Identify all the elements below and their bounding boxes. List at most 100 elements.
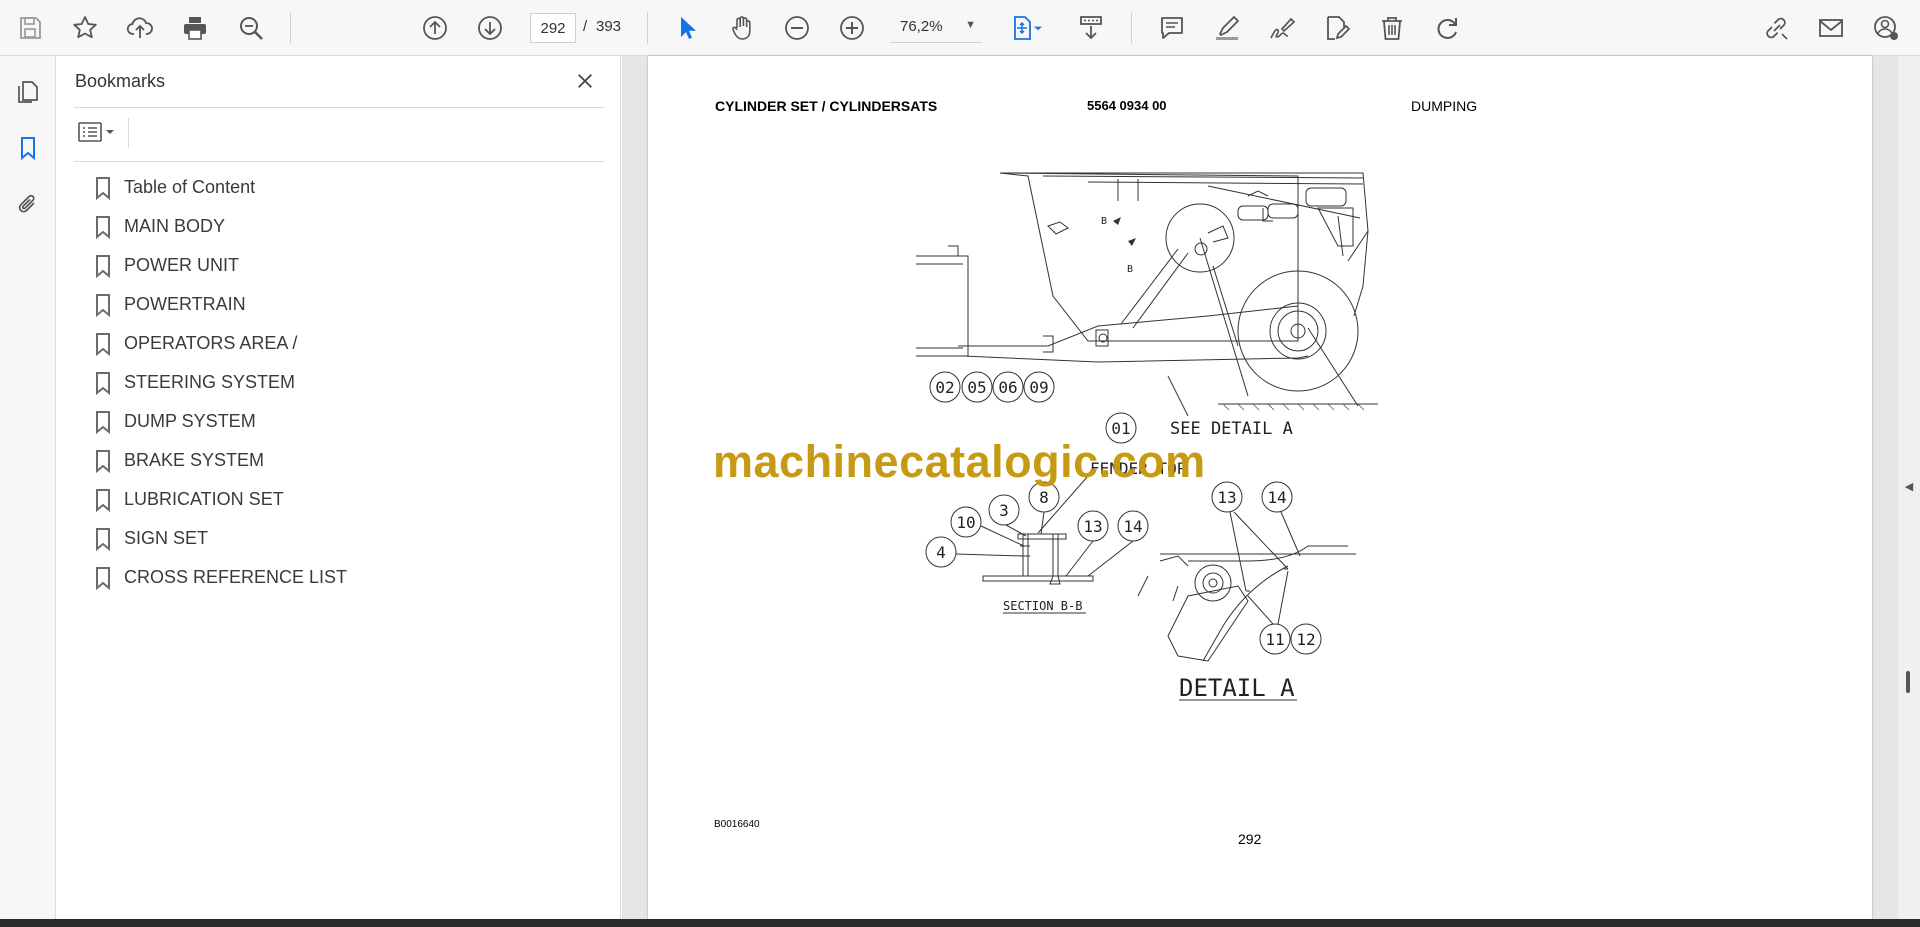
save-icon[interactable] [10, 8, 50, 48]
star-icon[interactable] [65, 8, 105, 48]
email-icon[interactable] [1811, 8, 1851, 48]
bookmark-item[interactable]: POWERTRAIN [94, 285, 594, 324]
watermark: machinecatalogic.com [713, 436, 1206, 487]
bookmark-item[interactable]: SIGN SET [94, 519, 594, 558]
edit-text-icon[interactable] [1317, 8, 1357, 48]
bookmark-label: OPERATORS AREA / [124, 333, 298, 353]
bookmark-label: SIGN SET [124, 528, 209, 548]
sign-icon[interactable] [1262, 8, 1302, 48]
divider [74, 107, 604, 108]
bookmark-icon [96, 293, 110, 317]
page-thumbnails-icon[interactable] [10, 74, 46, 110]
zoom-value: 76,2% [900, 18, 943, 35]
left-rail [0, 56, 56, 919]
bookmark-item[interactable]: CROSS REFERENCE LIST [94, 558, 594, 597]
bookmark-item[interactable]: DUMP SYSTEM [94, 402, 594, 441]
bookmark-label: POWERTRAIN [124, 294, 246, 314]
taskbar-strip [0, 919, 1920, 927]
page-total: 393 [596, 18, 622, 35]
page-number-input[interactable] [530, 13, 576, 43]
callout-label: 3 [999, 501, 1009, 520]
bookmark-label: STEERING SYSTEM [124, 372, 296, 392]
callout-label: 4 [936, 543, 946, 562]
callout-label: 13 [1083, 517, 1102, 536]
hand-icon[interactable] [722, 8, 762, 48]
rotate-icon[interactable] [1427, 8, 1467, 48]
section-marker: B [1101, 216, 1107, 227]
scrollbar-thumb[interactable] [1906, 671, 1910, 693]
bookmark-item[interactable]: Table of Content [94, 168, 594, 207]
section-label: SECTION B-B [1003, 599, 1082, 613]
bookmark-icon [96, 566, 110, 590]
callout-label: 8 [1039, 488, 1049, 507]
bookmark-label: BRAKE SYSTEM [124, 450, 265, 470]
page-header-part-number: 5564 0934 00 [1087, 98, 1167, 113]
pdf-page: 02 05 06 09 01 B B SEE DETAIL A FENDER T… [648, 56, 1872, 919]
delete-icon[interactable] [1372, 8, 1412, 48]
callout-label: 10 [956, 513, 975, 532]
bookmark-label: DUMP SYSTEM [124, 411, 256, 431]
callout-label: 14 [1123, 517, 1142, 536]
bookmark-label: CROSS REFERENCE LIST [124, 567, 348, 587]
detail-label: DETAIL A [1179, 674, 1295, 702]
bookmark-icon [96, 332, 110, 356]
bookmark-options-button[interactable] [74, 116, 120, 148]
bookmark-item[interactable]: POWER UNIT [94, 246, 594, 285]
zoom-in-icon[interactable] [832, 8, 872, 48]
print-icon[interactable] [175, 8, 215, 48]
bookmark-item[interactable]: OPERATORS AREA / [94, 324, 594, 363]
bookmark-label: POWER UNIT [124, 255, 239, 275]
divider [128, 118, 129, 148]
zoom-out-icon[interactable] [777, 8, 817, 48]
zoom-select[interactable]: 76,2% ▼ [890, 13, 982, 43]
callout-label: 05 [967, 378, 986, 397]
prev-page-icon[interactable] [415, 8, 455, 48]
page-header-section: DUMPING [1411, 98, 1478, 114]
callout-label: 11 [1265, 630, 1284, 649]
drawing-id: B0016640 [714, 819, 760, 830]
fit-page-dropdown-icon[interactable] [1028, 8, 1048, 48]
expand-right-panel-icon[interactable]: ◀ [1902, 466, 1916, 506]
bookmark-list: Table of Content MAIN BODY POWER UNIT POWER… [94, 168, 594, 597]
close-icon[interactable] [570, 66, 600, 96]
bookmark-label: MAIN BODY [124, 216, 226, 236]
bookmark-label: LUBRICATION SET [124, 489, 284, 509]
bookmark-item[interactable]: STEERING SYSTEM [94, 363, 594, 402]
document-area: 02 05 06 09 01 B B SEE DETAIL A FENDER T… [622, 56, 1898, 919]
bookmark-icon [96, 215, 110, 239]
bookmark-item[interactable]: MAIN BODY [94, 207, 594, 246]
bookmark-icon [96, 527, 110, 551]
callout-label: 09 [1029, 378, 1048, 397]
bookmark-icon[interactable] [10, 130, 46, 166]
bookmark-icon [96, 371, 110, 395]
find-zoom-icon[interactable] [231, 8, 271, 48]
select-cursor-icon[interactable] [667, 8, 707, 48]
bookmark-icon [96, 254, 110, 278]
bookmark-label: Table of Content [124, 177, 256, 197]
callout-label: 06 [998, 378, 1017, 397]
attachment-icon[interactable] [10, 186, 46, 222]
scroll-mode-icon[interactable] [1071, 8, 1111, 48]
account-icon[interactable] [1866, 8, 1906, 48]
bookmark-icon [96, 176, 110, 200]
toolbar: / 393 76,2% ▼ [0, 0, 1920, 56]
page-number: 292 [1238, 831, 1262, 847]
comment-icon[interactable] [1152, 8, 1192, 48]
page-separator: / [583, 18, 588, 35]
callout-label: 02 [935, 378, 954, 397]
next-page-icon[interactable] [470, 8, 510, 48]
bookmark-item[interactable]: BRAKE SYSTEM [94, 441, 594, 480]
callout-label: 13 [1217, 488, 1236, 507]
callout-label: 12 [1296, 630, 1315, 649]
pdf-reader-window: / 393 76,2% ▼ [0, 0, 1920, 927]
highlight-icon[interactable] [1207, 8, 1247, 48]
section-marker: B [1127, 264, 1133, 275]
share-link-icon[interactable] [1756, 8, 1796, 48]
cloud-upload-icon[interactable] [120, 8, 160, 48]
bookmarks-panel: Bookmarks Table of Content MAIN BODY POWER… [56, 56, 621, 919]
page-header-title: CYLINDER SET / CYLINDERSATS [715, 98, 938, 114]
bookmark-item[interactable]: LUBRICATION SET [94, 480, 594, 519]
callout-label: 14 [1267, 488, 1286, 507]
divider [74, 161, 604, 162]
bookmark-icon [96, 410, 110, 434]
